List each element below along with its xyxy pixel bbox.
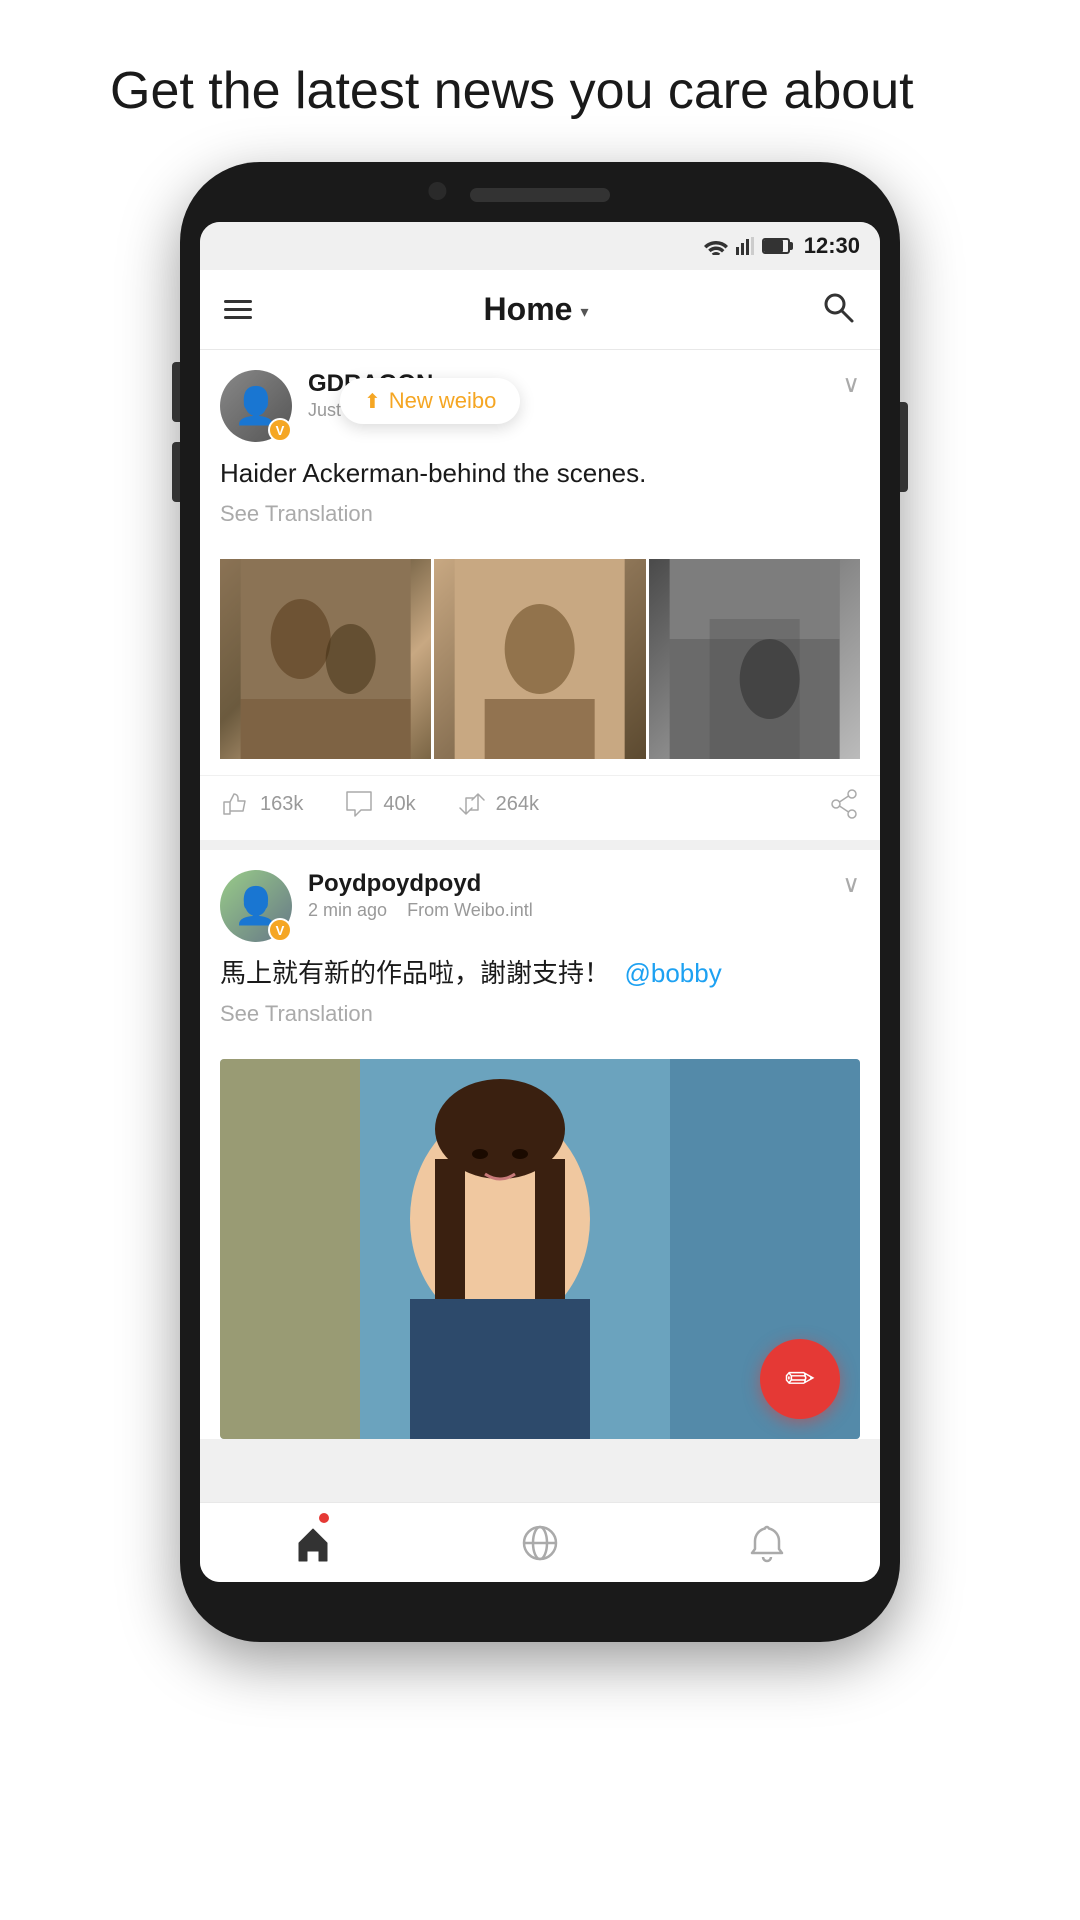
verified-badge-gdragon: V [268,418,292,442]
card-header-1: 👤 V GDRAGON Just now From [200,350,880,454]
card-header-2: 👤 V Poydpoydpoyd 2 min ago From Weibo.in… [200,850,880,954]
bottom-nav [200,1502,880,1582]
home-title-text: Home [484,291,573,328]
action-bar-1: 163k 40k [200,775,880,840]
post-image-1-3[interactable] [649,559,860,759]
app-header: Home ▾ [200,270,880,350]
comment-icon-1 [343,788,375,820]
hamburger-menu-button[interactable] [224,300,252,319]
post-mention-2[interactable]: @bobby [624,958,721,988]
post-text-1: Haider Ackerman-behind the scenes. [220,454,860,493]
see-translation-1[interactable]: See Translation [220,501,860,527]
comment-button-1[interactable]: 40k [343,788,415,820]
phone-frame: 12:30 Home ▾ [180,162,900,1642]
post-text-2: 馬上就有新的作品啦，謝謝支持！ @bobby [220,954,860,993]
collapse-button-2[interactable]: ∨ [842,870,860,899]
repost-button-1[interactable]: 264k [456,788,539,820]
card-content-1: Haider Ackerman-behind the scenes. See T… [200,454,880,559]
wifi-icon [704,237,728,255]
phone-camera [428,182,446,200]
volume-down-button [172,442,180,502]
status-bar: 12:30 [200,222,880,270]
comment-count-1: 40k [383,793,415,816]
verified-badge-poyd: V [268,918,292,942]
share-icon-1 [828,788,860,820]
notifications-nav-icon [747,1523,787,1563]
card-sub-poyd: 2 min ago From Weibo.intl [308,900,842,921]
new-weibo-toast[interactable]: ⬆ New weibo [340,378,520,424]
nav-notifications-button[interactable] [653,1503,880,1582]
new-weibo-arrow-icon: ⬆ [364,389,381,414]
feed-area[interactable]: 👤 V GDRAGON Just now From [200,350,880,1502]
post-single-image-2[interactable]: ✏ [220,1059,860,1439]
post-text-2-main: 馬上就有新的作品啦，謝謝支持！ [220,958,610,988]
post-image-1-1[interactable] [220,559,431,759]
collapse-button-1[interactable]: ∨ [842,370,860,399]
share-button-1[interactable] [828,788,860,820]
repost-count-1: 264k [496,793,539,816]
avatar-container-poyd: 👤 V [220,870,292,942]
status-time: 12:30 [804,233,860,259]
post-image-1-2[interactable] [434,559,645,759]
post-card-1: 👤 V GDRAGON Just now From [200,350,880,840]
from-tag-poyd: From Weibo.intl [407,900,533,920]
timestamp-poyd: 2 min ago [308,900,387,920]
page-headline: Get the latest news you care about [110,0,970,162]
compose-fab-button[interactable]: ✏ [760,1339,840,1419]
new-weibo-text: New weibo [389,388,497,414]
power-button [900,402,908,492]
phone-wrapper: 12:30 Home ▾ [180,162,900,1642]
phone-screen: 12:30 Home ▾ [200,222,880,1582]
image-grid-1 [220,559,860,759]
like-icon-1 [220,788,252,820]
home-title-group[interactable]: Home ▾ [484,291,589,328]
home-nav-icon [293,1523,333,1563]
search-button[interactable] [820,289,856,330]
post-card-2: 👤 V Poydpoydpoyd 2 min ago From Weibo.in… [200,850,880,1439]
like-button-1[interactable]: 163k [220,788,303,820]
nav-explore-button[interactable] [427,1503,654,1582]
card-content-2: 馬上就有新的作品啦，謝謝支持！ @bobby See Translation [200,954,880,1059]
explore-nav-icon [518,1521,562,1565]
nav-home-button[interactable] [200,1503,427,1582]
volume-up-button [172,362,180,422]
phone-speaker [470,188,610,202]
username-poyd: Poydpoydpoyd [308,870,842,898]
see-translation-2[interactable]: See Translation [220,1001,860,1027]
card-meta-poyd: Poydpoydpoyd 2 min ago From Weibo.intl [308,870,842,921]
battery-icon [762,238,790,254]
dropdown-arrow-icon: ▾ [580,302,588,322]
home-notification-dot [319,1513,329,1523]
search-icon [820,289,856,325]
status-icons: 12:30 [704,233,860,259]
like-count-1: 163k [260,793,303,816]
compose-icon: ✏ [785,1358,815,1400]
avatar-container-gdragon: 👤 V [220,370,292,442]
signal-icon [736,237,754,255]
repost-icon-1 [456,788,488,820]
